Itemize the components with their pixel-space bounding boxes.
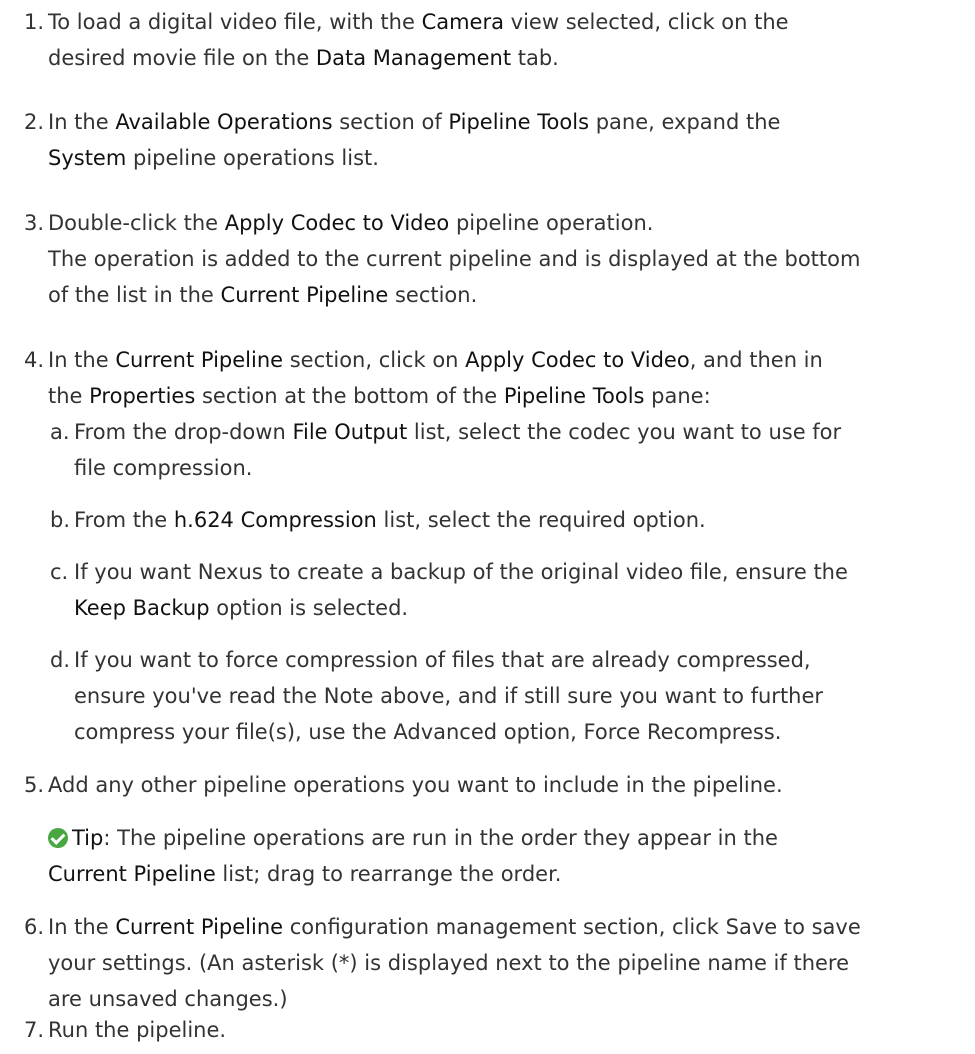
step-line: Run the pipeline. (48, 1018, 227, 1042)
text-run: To load a digital video file, with the (48, 10, 422, 34)
text-run: From the (74, 508, 174, 532)
check-circle-icon (48, 828, 68, 848)
ui-term: Keep Backup (74, 596, 210, 620)
text-run: option is selected. (209, 596, 409, 620)
step-number: 2. (24, 110, 45, 134)
text-run: section of (332, 110, 449, 134)
procedure-document: 1. To load a digital video file, with th… (0, 0, 975, 1054)
ui-term: Apply Codec to Video (224, 211, 450, 235)
step-text: In the Current Pipeline section, click o… (48, 342, 957, 414)
ui-term: Current Pipeline (220, 283, 389, 307)
ui-term: Data Management (315, 46, 512, 70)
step-text: To load a digital video file, with the C… (48, 4, 957, 76)
step-line: System pipeline operations list. (48, 140, 957, 176)
step-line: Add any other pipeline operations you wa… (48, 773, 783, 797)
step-line: From the h.624 Compression list, select … (74, 502, 957, 538)
tip-line: Tip: The pipeline operations are run in … (48, 820, 957, 856)
tip-label: Tip (72, 826, 104, 850)
step-text: In the Current Pipeline configuration ma… (48, 909, 957, 1017)
substep-text: If you want to force compression of file… (74, 642, 957, 750)
ui-term: Current Pipeline (48, 862, 216, 886)
step-line: The operation is added to the current pi… (48, 247, 861, 271)
ui-term: Apply Codec to Video (465, 348, 690, 372)
tip-line: Current Pipeline list; drag to rearrange… (48, 856, 957, 892)
step-line: your settings. (An asterisk (*) is displ… (48, 951, 850, 975)
ui-term: File Output (292, 420, 408, 444)
step-line: Keep Backup option is selected. (74, 590, 957, 626)
step-text: Double-click the Apply Codec to Video pi… (48, 205, 957, 313)
text-run: In the (48, 348, 116, 372)
step-line: the Properties section at the bottom of … (48, 378, 957, 414)
step-text: Run the pipeline. (48, 1012, 957, 1048)
step-line: To load a digital video file, with the C… (48, 4, 957, 40)
text-run: list, select the required option. (376, 508, 706, 532)
step-line: If you want Nexus to create a backup of … (74, 560, 848, 584)
text-run: : The pipeline operations are run in the… (103, 826, 778, 850)
ui-term: Available Operations (115, 110, 333, 134)
step-number: 3. (24, 211, 45, 235)
text-run: , and then in (689, 348, 823, 372)
substep-letter: b. (50, 508, 71, 532)
step-line: ensure you've read the Note above, and i… (74, 684, 824, 708)
ui-term: Pipeline Tools (503, 384, 645, 408)
step-line: of the list in the Current Pipeline sect… (48, 277, 957, 313)
step-number: 6. (24, 915, 45, 939)
text-run: list, select the codec you want to use f… (407, 420, 842, 444)
ui-term: Properties (89, 384, 196, 408)
step-line: If you want to force compression of file… (74, 648, 811, 672)
ui-term: h.624 Compression (173, 508, 377, 532)
step-number: 4. (24, 348, 45, 372)
step-number: 1. (24, 10, 45, 34)
step-line: In the Current Pipeline section, click o… (48, 342, 957, 378)
text-run: of the list in the (48, 283, 221, 307)
substep-letter: a. (50, 420, 70, 444)
text-run: desired movie file on the (48, 46, 316, 70)
step-line: desired movie file on the Data Managemen… (48, 40, 957, 76)
step-line: In the Current Pipeline configuration ma… (48, 909, 957, 945)
text-run: pane: (644, 384, 711, 408)
step-text: In the Available Operations section of P… (48, 104, 957, 176)
text-run: pane, expand the (589, 110, 781, 134)
text-run: the (48, 384, 90, 408)
substep-text: From the drop-down File Output list, sel… (74, 414, 957, 486)
ui-term: Camera (421, 10, 504, 34)
text-run: section at the bottom of the (195, 384, 504, 408)
ui-term: Pipeline Tools (448, 110, 590, 134)
step-number: 5. (24, 773, 45, 797)
step-line: compress your file(s), use the Advanced … (74, 720, 782, 744)
step-line: In the Available Operations section of P… (48, 104, 957, 140)
text-run: pipeline operation. (449, 211, 654, 235)
tip-text: Tip: The pipeline operations are run in … (48, 820, 957, 892)
text-run: view selected, click on the (503, 10, 789, 34)
text-run: section, click on (283, 348, 466, 372)
text-run: section. (388, 283, 478, 307)
ui-term: System (48, 146, 127, 170)
text-run: pipeline operations list. (126, 146, 379, 170)
text-run: configuration management section, click … (283, 915, 861, 939)
substep-text: From the h.624 Compression list, select … (74, 502, 957, 538)
step-line: file compression. (74, 456, 253, 480)
text-run: list; drag to rearrange the order. (215, 862, 562, 886)
ui-term: Current Pipeline (115, 348, 284, 372)
ui-term: Current Pipeline (115, 915, 284, 939)
text-run: From the drop-down (74, 420, 293, 444)
substep-letter: c. (50, 560, 69, 584)
step-line: From the drop-down File Output list, sel… (74, 414, 957, 450)
text-run: Double-click the (48, 211, 225, 235)
text-run: tab. (511, 46, 559, 70)
step-text: Add any other pipeline operations you wa… (48, 767, 957, 803)
step-line: Double-click the Apply Codec to Video pi… (48, 205, 957, 241)
substep-letter: d. (50, 648, 71, 672)
text-run: In the (48, 110, 116, 134)
substep-text: If you want Nexus to create a backup of … (74, 554, 957, 626)
step-number: 7. (24, 1018, 45, 1042)
text-run: In the (48, 915, 116, 939)
